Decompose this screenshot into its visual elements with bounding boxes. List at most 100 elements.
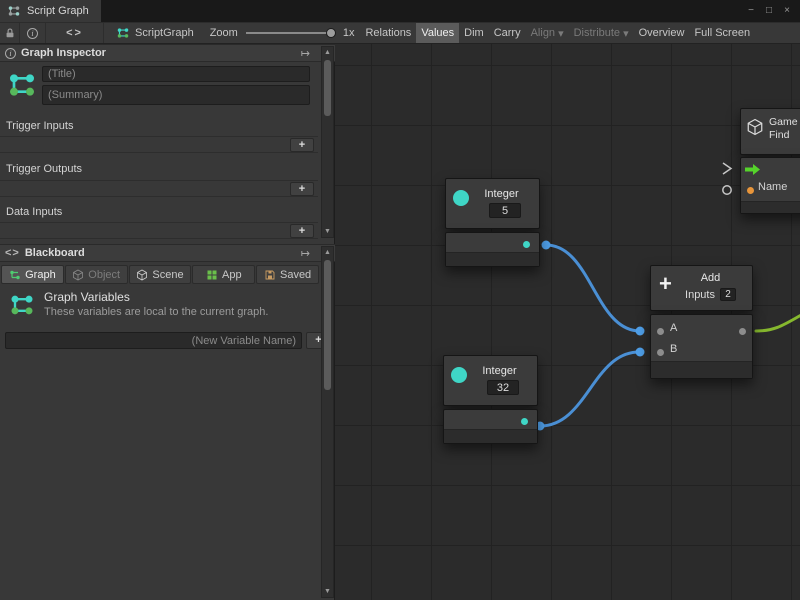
wire-integer32-to-b bbox=[540, 352, 639, 426]
popout-icon[interactable]: ↦ bbox=[301, 47, 310, 60]
distribute-dropdown[interactable]: Distribute ▾ bbox=[569, 23, 634, 43]
find-node[interactable]: Game Find bbox=[740, 108, 800, 155]
port-a-label: A bbox=[670, 322, 677, 334]
code-icon: <> bbox=[66, 27, 83, 39]
trigger-inputs-list: + bbox=[0, 136, 318, 153]
graph-summary-input[interactable] bbox=[42, 85, 310, 105]
sidebar: i Graph Inspector ↦ Trigger Inputs + Tri… bbox=[0, 44, 335, 600]
wire-add-output bbox=[756, 314, 800, 331]
new-variable-input[interactable] bbox=[5, 332, 302, 349]
tab-object[interactable]: Object bbox=[65, 265, 128, 284]
app-grid-icon bbox=[206, 269, 218, 281]
connection-dot[interactable] bbox=[636, 327, 645, 336]
tab-app[interactable]: App bbox=[192, 265, 255, 284]
relations-button[interactable]: Relations bbox=[360, 23, 416, 43]
add-trigger-output-button[interactable]: + bbox=[290, 182, 314, 196]
lock-button[interactable] bbox=[0, 23, 20, 43]
scrollbar-thumb[interactable] bbox=[324, 60, 331, 116]
titlebar: Script Graph − □ × bbox=[0, 0, 800, 22]
trigger-outputs-list: + bbox=[0, 180, 318, 197]
graph-asset-icon bbox=[116, 26, 130, 40]
graph-icon bbox=[6, 68, 38, 102]
code-icon: <> bbox=[5, 247, 20, 259]
window-tab-script-graph[interactable]: Script Graph bbox=[0, 0, 101, 22]
script-graph-icon bbox=[7, 4, 21, 18]
inspector-scrollbar[interactable]: ▲ ▼ bbox=[321, 46, 334, 238]
sum-output-port[interactable] bbox=[739, 328, 746, 335]
value-port-outline[interactable] bbox=[723, 186, 731, 194]
code-view-button[interactable]: <> bbox=[46, 23, 104, 43]
graph-variables-subtitle: These variables are local to the current… bbox=[44, 306, 268, 318]
zoom-slider[interactable] bbox=[246, 22, 338, 44]
maximize-button[interactable]: □ bbox=[761, 3, 777, 19]
scroll-up-icon[interactable]: ▲ bbox=[322, 47, 333, 58]
integer-type-icon bbox=[453, 190, 469, 206]
info-button[interactable]: i bbox=[20, 23, 46, 43]
full-screen-button[interactable]: Full Screen bbox=[689, 23, 755, 43]
graph-title-input[interactable] bbox=[42, 66, 310, 82]
lock-icon bbox=[4, 27, 16, 39]
inputs-count-field[interactable]: 2 bbox=[720, 288, 736, 301]
connection-dot[interactable] bbox=[636, 348, 645, 357]
plus-icon: + bbox=[659, 273, 672, 295]
graph-inspector-header: i Graph Inspector ↦ bbox=[0, 44, 335, 62]
integer-node-5-ports[interactable] bbox=[445, 232, 540, 267]
graph-inspector-title: Graph Inspector bbox=[21, 47, 106, 59]
unity-script-graph-window: Script Graph − □ × i <> ScriptG bbox=[0, 0, 800, 600]
blackboard-header: <> Blackboard ↦ bbox=[0, 244, 335, 262]
scrollbar-thumb[interactable] bbox=[324, 260, 331, 390]
integer-output-port[interactable] bbox=[521, 418, 528, 425]
node-title-line1: Game bbox=[769, 116, 800, 129]
input-port-b[interactable] bbox=[657, 349, 664, 356]
integer-node-32-ports[interactable] bbox=[443, 409, 538, 444]
scroll-down-icon[interactable]: ▼ bbox=[322, 226, 333, 237]
tab-scene[interactable]: Scene bbox=[129, 265, 192, 284]
graph-tab-icon bbox=[9, 269, 21, 281]
integer-value-field[interactable]: 32 bbox=[487, 380, 519, 395]
trigger-outputs-label: Trigger Outputs bbox=[6, 163, 82, 175]
tab-saved[interactable]: Saved bbox=[256, 265, 319, 284]
integer-type-icon bbox=[451, 367, 467, 383]
blackboard-scrollbar[interactable]: ▲ ▼ bbox=[321, 246, 334, 598]
overview-button[interactable]: Overview bbox=[634, 23, 690, 43]
graph-canvas[interactable]: Integer 5 Integer 32 + Add Inputs 2 bbox=[335, 44, 800, 600]
name-port-label: Name bbox=[758, 181, 787, 193]
close-button[interactable]: × bbox=[779, 3, 795, 19]
node-footer bbox=[651, 361, 752, 378]
name-input-port[interactable] bbox=[747, 187, 754, 194]
values-button[interactable]: Values bbox=[416, 23, 459, 43]
port-b-label: B bbox=[670, 343, 677, 355]
cube-icon bbox=[72, 269, 84, 281]
tab-graph[interactable]: Graph bbox=[1, 265, 64, 284]
trigger-port-outline[interactable] bbox=[723, 163, 731, 174]
scroll-up-icon[interactable]: ▲ bbox=[322, 247, 333, 258]
node-footer bbox=[446, 252, 539, 266]
add-node[interactable]: + Add Inputs 2 bbox=[650, 265, 753, 311]
node-footer bbox=[444, 429, 537, 443]
integer-output-port[interactable] bbox=[523, 241, 530, 248]
save-disk-icon bbox=[264, 269, 276, 281]
integer-node-5[interactable]: Integer 5 bbox=[445, 178, 540, 229]
align-dropdown[interactable]: Align ▾ bbox=[526, 23, 569, 43]
connection-dot[interactable] bbox=[542, 241, 551, 250]
node-title-line2: Find bbox=[769, 129, 800, 142]
integer-value-field[interactable]: 5 bbox=[489, 203, 521, 218]
add-trigger-input-button[interactable]: + bbox=[290, 138, 314, 152]
trigger-arrow-icon[interactable] bbox=[745, 163, 761, 176]
integer-node-32[interactable]: Integer 32 bbox=[443, 355, 538, 406]
zoom-label: Zoom bbox=[210, 27, 238, 39]
carry-button[interactable]: Carry bbox=[489, 23, 526, 43]
zoom-slider-handle[interactable] bbox=[326, 28, 336, 38]
minimize-button[interactable]: − bbox=[743, 3, 759, 19]
find-node-ports[interactable]: Name bbox=[740, 157, 800, 214]
window-tab-title: Script Graph bbox=[27, 5, 89, 17]
graph-asset-breadcrumb[interactable]: ScriptGraph bbox=[116, 26, 194, 40]
dim-button[interactable]: Dim bbox=[459, 23, 489, 43]
scroll-down-icon[interactable]: ▼ bbox=[322, 586, 333, 597]
add-node-ports[interactable]: A B bbox=[650, 314, 753, 379]
add-data-input-button[interactable]: + bbox=[290, 224, 314, 238]
graph-toolbar: i <> ScriptGraph Zoom 1x Relations Value… bbox=[0, 22, 800, 44]
cube-icon bbox=[746, 118, 764, 136]
popout-icon[interactable]: ↦ bbox=[301, 247, 310, 260]
input-port-a[interactable] bbox=[657, 328, 664, 335]
